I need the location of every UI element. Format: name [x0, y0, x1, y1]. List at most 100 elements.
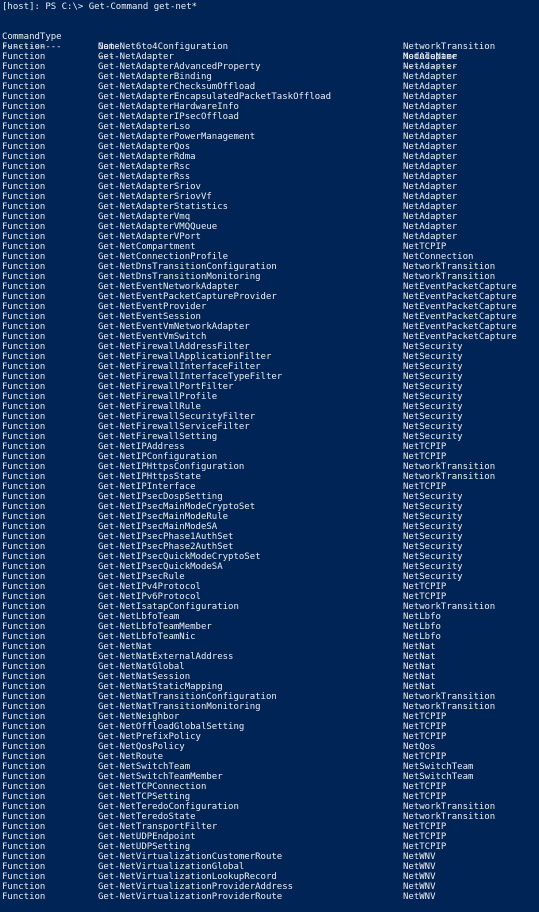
table-row: Function Get-NetAdapterAdvancedProperty Ne… — [0, 62, 539, 72]
command-type-cell: Function — [2, 672, 46, 682]
command-name-cell: Get-NetAdapterBinding — [98, 72, 212, 82]
table-row: Function Get-NetAdapterSriovVf NetAdapter — [0, 192, 539, 202]
table-row: Function Get-NetFirewallAddressFilter NetS… — [0, 342, 539, 352]
module-name-cell: NetTCPIP — [403, 582, 447, 592]
table-row: Function Get-NetAdapterChecksumOffload Net… — [0, 82, 539, 92]
table-row: Function Get-NetIsatapConfiguration Networ… — [0, 602, 539, 612]
command-name-cell: Get-NetNatTransitionConfiguration — [98, 692, 277, 702]
table-row: Function Get-NetAdapterQos NetAdapter — [0, 142, 539, 152]
table-row: Function Get-NetVirtualizationProviderRou… — [0, 892, 539, 902]
table-row: Function Get-NetAdapterIPsecOffload NetAda… — [0, 112, 539, 122]
command-type-cell: Function — [2, 572, 46, 582]
table-row: Function Get-NetFirewallApplicationFilter… — [0, 352, 539, 362]
table-row: Function Get-NetIPsecDospSetting NetSecuri… — [0, 492, 539, 502]
command-type-cell: Function — [2, 872, 46, 882]
module-name-cell: NetAdapter — [403, 212, 458, 222]
module-name-cell: NetEventPacketCapture — [403, 322, 517, 332]
table-row: Function Get-NetVirtualizationGlobal NetWN… — [0, 862, 539, 872]
powershell-console[interactable]: [host]: PS C:\> Get-Command get-net* Com… — [0, 0, 539, 912]
command-name-cell: Get-NetAdapterIPsecOffload — [98, 112, 239, 122]
command-type-cell: Function — [2, 562, 46, 572]
command-name-cell: Get-NetAdapterEncapsulatedPacketTaskOffl… — [98, 92, 331, 102]
command-name-cell: Get-NetAdapter — [98, 52, 174, 62]
module-name-cell: NetSecurity — [403, 392, 463, 402]
table-row: Function Get-NetPrefixPolicy NetTCPIP — [0, 732, 539, 742]
command-type-cell: Function — [2, 52, 46, 62]
command-name-cell: Get-NetSwitchTeamMember — [98, 772, 223, 782]
command-name-cell: Get-NetIPsecRule — [98, 572, 185, 582]
command-name-cell: Get-NetAdapterRss — [98, 172, 191, 182]
module-name-cell: NetLbfo — [403, 612, 441, 622]
command-type-cell: Function — [2, 222, 46, 232]
module-name-cell: NetAdapter — [403, 122, 458, 132]
command-name-cell: Get-NetEventPacketCaptureProvider — [98, 292, 277, 302]
module-name-cell: NetAdapter — [403, 172, 458, 182]
table-row: Function Get-NetEventVmNetworkAdapter NetE… — [0, 322, 539, 332]
table-row: Function Get-NetTransportFilter NetTCPIP — [0, 822, 539, 832]
table-row: Function Get-NetAdapterPowerManagement Net… — [0, 132, 539, 142]
table-row: Function Get-NetCompartment NetTCPIP — [0, 242, 539, 252]
table-row: Function Get-NetIPHttpsState NetworkTransi… — [0, 472, 539, 482]
module-name-cell: NetworkTransition — [403, 272, 496, 282]
command-name-cell: Get-NetLbfoTeamMember — [98, 622, 212, 632]
command-name-cell: Get-NetNatTransitionMonitoring — [98, 702, 261, 712]
command-name-cell: Get-NetAdapterRdma — [98, 152, 196, 162]
table-row: Function Get-NetVirtualizationProviderAdd… — [0, 882, 539, 892]
command-name-cell: Get-NetAdapterSriov — [98, 182, 201, 192]
table-row: Function Get-NetLbfoTeamMember NetLbfo — [0, 622, 539, 632]
command-name-cell: Get-NetFirewallSecurityFilter — [98, 412, 256, 422]
command-type-cell: Function — [2, 612, 46, 622]
command-type-cell: Function — [2, 852, 46, 862]
table-row: Function Get-NetNatExternalAddress NetNat — [0, 652, 539, 662]
command-name-cell: Get-NetIPsecDospSetting — [98, 492, 223, 502]
command-type-cell: Function — [2, 92, 46, 102]
command-type-cell: Function — [2, 42, 46, 52]
table-row: Function Get-NetLbfoTeamNic NetLbfo — [0, 632, 539, 642]
module-name-cell: NetworkTransition — [403, 802, 496, 812]
table-row: Function Get-NetUDPEndpoint NetTCPIP — [0, 832, 539, 842]
command-type-cell: Function — [2, 362, 46, 372]
module-name-cell: NetAdapter — [403, 202, 458, 212]
table-row: Function Get-NetNat NetNat — [0, 642, 539, 652]
command-type-cell: Function — [2, 832, 46, 842]
table-row: Function Get-NetFirewallPortFilter NetSecu… — [0, 382, 539, 392]
command-type-cell: Function — [2, 452, 46, 462]
module-name-cell: NetAdapter — [403, 192, 458, 202]
module-name-cell: NetAdapter — [403, 92, 458, 102]
module-name-cell: NetNat — [403, 662, 436, 672]
module-name-cell: NetAdapter — [403, 182, 458, 192]
command-name-cell: Get-NetIPAddress — [98, 442, 185, 452]
command-type-cell: Function — [2, 692, 46, 702]
command-type-cell: Function — [2, 382, 46, 392]
table-row: Function Get-NetEventNetworkAdapter NetEve… — [0, 282, 539, 292]
module-name-cell: NetEventPacketCapture — [403, 292, 517, 302]
module-name-cell: NetLbfo — [403, 632, 441, 642]
module-name-cell: NetworkTransition — [403, 692, 496, 702]
module-name-cell: NetNat — [403, 652, 436, 662]
module-name-cell: NetSecurity — [403, 372, 463, 382]
command-name-cell: Get-NetIPsecMainModeSA — [98, 522, 218, 532]
table-row: Function Get-NetAdapterEncapsulatedPacket… — [0, 92, 539, 102]
command-name-cell: Get-NetIPsecQuickModeCryptoSet — [98, 552, 261, 562]
command-name-cell: Get-NetAdapterVPort — [98, 232, 201, 242]
command-type-cell: Function — [2, 422, 46, 432]
table-row: Function Get-NetIPsecMainModeCryptoSet Net… — [0, 502, 539, 512]
command-type-cell: Function — [2, 522, 46, 532]
module-name-cell: NetSwitchTeam — [403, 762, 474, 772]
command-type-cell: Function — [2, 862, 46, 872]
module-name-cell: NetAdapter — [403, 232, 458, 242]
command-name-cell: Get-NetEventProvider — [98, 302, 207, 312]
command-type-cell: Function — [2, 782, 46, 792]
module-name-cell: NetworkTransition — [403, 262, 496, 272]
module-name-cell: NetAdapter — [403, 62, 458, 72]
module-name-cell: NetTCPIP — [403, 242, 447, 252]
table-row: Function Get-NetLbfoTeam NetLbfo — [0, 612, 539, 622]
table-row: Function Get-NetAdapterVMQQueue NetAdapter — [0, 222, 539, 232]
table-row: Function Get-NetIPv4Protocol NetTCPIP — [0, 582, 539, 592]
command-name-cell: Get-NetAdapterHardwareInfo — [98, 102, 239, 112]
table-row: Function Get-NetIPsecQuickModeSA NetSecuri… — [0, 562, 539, 572]
table-row: Function Get-NetIPInterface NetTCPIP — [0, 482, 539, 492]
module-name-cell: NetEventPacketCapture — [403, 302, 517, 312]
command-type-cell: Function — [2, 792, 46, 802]
module-name-cell: NetConnection — [403, 252, 474, 262]
